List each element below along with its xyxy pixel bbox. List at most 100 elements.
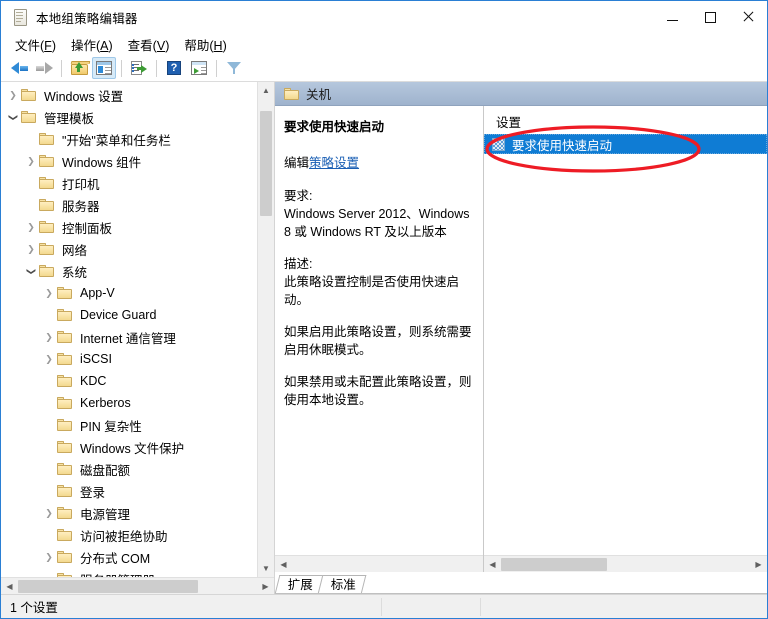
- back-button[interactable]: [7, 57, 31, 79]
- export-list-button[interactable]: [127, 57, 151, 79]
- forward-arrow-icon: [35, 61, 53, 75]
- description-horizontal-scrollbar[interactable]: ◀ ▶: [275, 555, 483, 572]
- chevron-right-icon[interactable]: ❯: [23, 222, 39, 233]
- list-hscroll-track[interactable]: [501, 557, 750, 571]
- tree-item-label: PIN 复杂性: [80, 419, 142, 434]
- view-tabs: 扩展 标准: [274, 572, 767, 594]
- chevron-down-icon[interactable]: ❯: [26, 263, 37, 279]
- tree-item[interactable]: ❯ Internet 通信管理: [1, 326, 257, 348]
- tab-extended-label: 扩展: [287, 578, 313, 592]
- maximize-button[interactable]: [691, 1, 729, 33]
- settings-column-header[interactable]: 设置: [484, 112, 767, 134]
- list-scroll-left-button[interactable]: ◀: [484, 556, 501, 573]
- tab-extended[interactable]: 扩展: [274, 575, 324, 594]
- tree-item[interactable]: ❯ 系统: [1, 260, 257, 282]
- tree-item[interactable]: ❯ 电源管理: [1, 502, 257, 524]
- description-text: 此策略设置控制是否使用快速启动。: [284, 275, 460, 307]
- settings-horizontal-scrollbar[interactable]: ◀ ▶: [484, 555, 767, 572]
- show-hide-tree-button[interactable]: [92, 57, 116, 79]
- tree-hscroll-track[interactable]: [18, 579, 257, 593]
- status-bar: 1 个设置: [1, 594, 767, 618]
- tab-standard[interactable]: 标准: [317, 575, 367, 594]
- list-hscroll-thumb[interactable]: [501, 557, 607, 571]
- folder-icon: [57, 507, 72, 519]
- tree-item[interactable]: ❯ App-V: [1, 282, 257, 304]
- menu-file[interactable]: 文件(F): [10, 33, 66, 56]
- tree-item[interactable]: 磁盘配额: [1, 458, 257, 480]
- scroll-left-button[interactable]: ◀: [1, 578, 18, 595]
- settings-list-row[interactable]: 要求使用快速启动: [484, 134, 767, 154]
- folder-icon: [57, 375, 72, 387]
- tree-item[interactable]: Device Guard: [1, 304, 257, 326]
- tree-item[interactable]: 登录: [1, 480, 257, 502]
- chevron-right-icon[interactable]: ❯: [41, 508, 57, 519]
- scroll-right-button[interactable]: ▶: [257, 578, 274, 595]
- minimize-button[interactable]: [653, 1, 691, 33]
- chevron-right-icon[interactable]: ❯: [41, 552, 57, 563]
- tree-pane-icon: [96, 61, 112, 75]
- chevron-right-icon[interactable]: ❯: [41, 332, 57, 343]
- chevron-right-icon[interactable]: ❯: [41, 354, 57, 365]
- scroll-up-button[interactable]: ▲: [258, 82, 274, 99]
- tree-hscroll-thumb[interactable]: [18, 579, 198, 593]
- tree-item[interactable]: PIN 复杂性: [1, 414, 257, 436]
- tree-item-label: 服务器管理器: [77, 569, 158, 578]
- edit-policy-line: 编辑策略设置: [284, 152, 474, 171]
- desc-scroll-left-button[interactable]: ◀: [275, 556, 292, 573]
- toolbar-separator: [121, 59, 122, 77]
- folder-icon: [57, 463, 72, 475]
- tree-item[interactable]: 服务器管理器: [1, 568, 257, 577]
- edit-policy-setting-link[interactable]: 策略设置: [309, 156, 359, 170]
- tree-item-label: 管理模板: [44, 111, 95, 126]
- chevron-right-icon[interactable]: ❯: [23, 244, 39, 255]
- forward-button[interactable]: [32, 57, 56, 79]
- tree-vertical-scrollbar[interactable]: ▲ ▼: [257, 82, 274, 577]
- up-one-level-button[interactable]: [67, 57, 91, 79]
- tree-scroll-thumb[interactable]: [260, 111, 272, 216]
- folder-icon: [57, 551, 72, 563]
- chevron-right-icon[interactable]: ❯: [41, 288, 57, 299]
- tree-item[interactable]: 访问被拒绝协助: [1, 524, 257, 546]
- folder-icon: [21, 111, 36, 123]
- result-pane-content: 要求使用快速启动 编辑策略设置 要求: Windows Server 2012、…: [275, 106, 767, 572]
- disabled-paragraph: 如果禁用或未配置此策略设置，则使用本地设置。: [284, 375, 472, 407]
- tree-horizontal-scrollbar[interactable]: ◀ ▶: [1, 577, 274, 594]
- help-button[interactable]: ?: [162, 57, 186, 79]
- tree-item[interactable]: 打印机: [1, 172, 257, 194]
- tab-standard-label: 标准: [330, 578, 356, 592]
- tree-item[interactable]: ❯ Windows 组件: [1, 150, 257, 172]
- list-scroll-right-button[interactable]: ▶: [750, 556, 767, 573]
- folder-icon: [39, 177, 54, 189]
- tree-item-label: 登录: [80, 485, 106, 500]
- filter-button[interactable]: [222, 57, 246, 79]
- menu-action[interactable]: 操作(A): [66, 33, 123, 56]
- tree-item[interactable]: KDC: [1, 370, 257, 392]
- status-segment-2: [382, 595, 480, 619]
- tree-item[interactable]: ❯ iSCSI: [1, 348, 257, 370]
- tree-item[interactable]: ❯ 控制面板: [1, 216, 257, 238]
- tree-item[interactable]: Kerberos: [1, 392, 257, 414]
- folder-icon: [284, 87, 299, 100]
- tree-item-label: 访问被拒绝协助: [80, 529, 168, 544]
- tree-item[interactable]: ❯ 分布式 COM: [1, 546, 257, 568]
- tree-item[interactable]: 服务器: [1, 194, 257, 216]
- scroll-down-button[interactable]: ▼: [258, 560, 274, 577]
- tree-item[interactable]: "开始"菜单和任务栏: [1, 128, 257, 150]
- chevron-down-icon[interactable]: ❯: [8, 109, 19, 125]
- tree-item[interactable]: Windows 文件保护: [1, 436, 257, 458]
- tree-scroll-track[interactable]: [258, 99, 274, 560]
- chevron-right-icon[interactable]: ❯: [5, 90, 21, 101]
- menu-help[interactable]: 帮助(H): [179, 33, 236, 56]
- tree-item[interactable]: ❯ Windows 设置: [1, 84, 257, 106]
- chevron-right-icon[interactable]: ❯: [23, 156, 39, 167]
- tree-item[interactable]: ❯ 网络: [1, 238, 257, 260]
- menu-view[interactable]: 查看(V): [123, 33, 180, 56]
- enabled-paragraph: 如果启用此策略设置，则系统需要启用休眠模式。: [284, 325, 472, 357]
- properties-button[interactable]: [187, 57, 211, 79]
- close-button[interactable]: [729, 1, 767, 33]
- folder-icon: [21, 89, 36, 101]
- desc-hscroll-track[interactable]: [292, 558, 466, 571]
- tree-item[interactable]: ❯ 管理模板: [1, 106, 257, 128]
- folder-icon: [57, 309, 72, 321]
- main-body: ❯ Windows 设置 ❯ 管理模板 "开始"菜单和任务栏 ❯ Windows 组件 打印机…: [1, 82, 767, 594]
